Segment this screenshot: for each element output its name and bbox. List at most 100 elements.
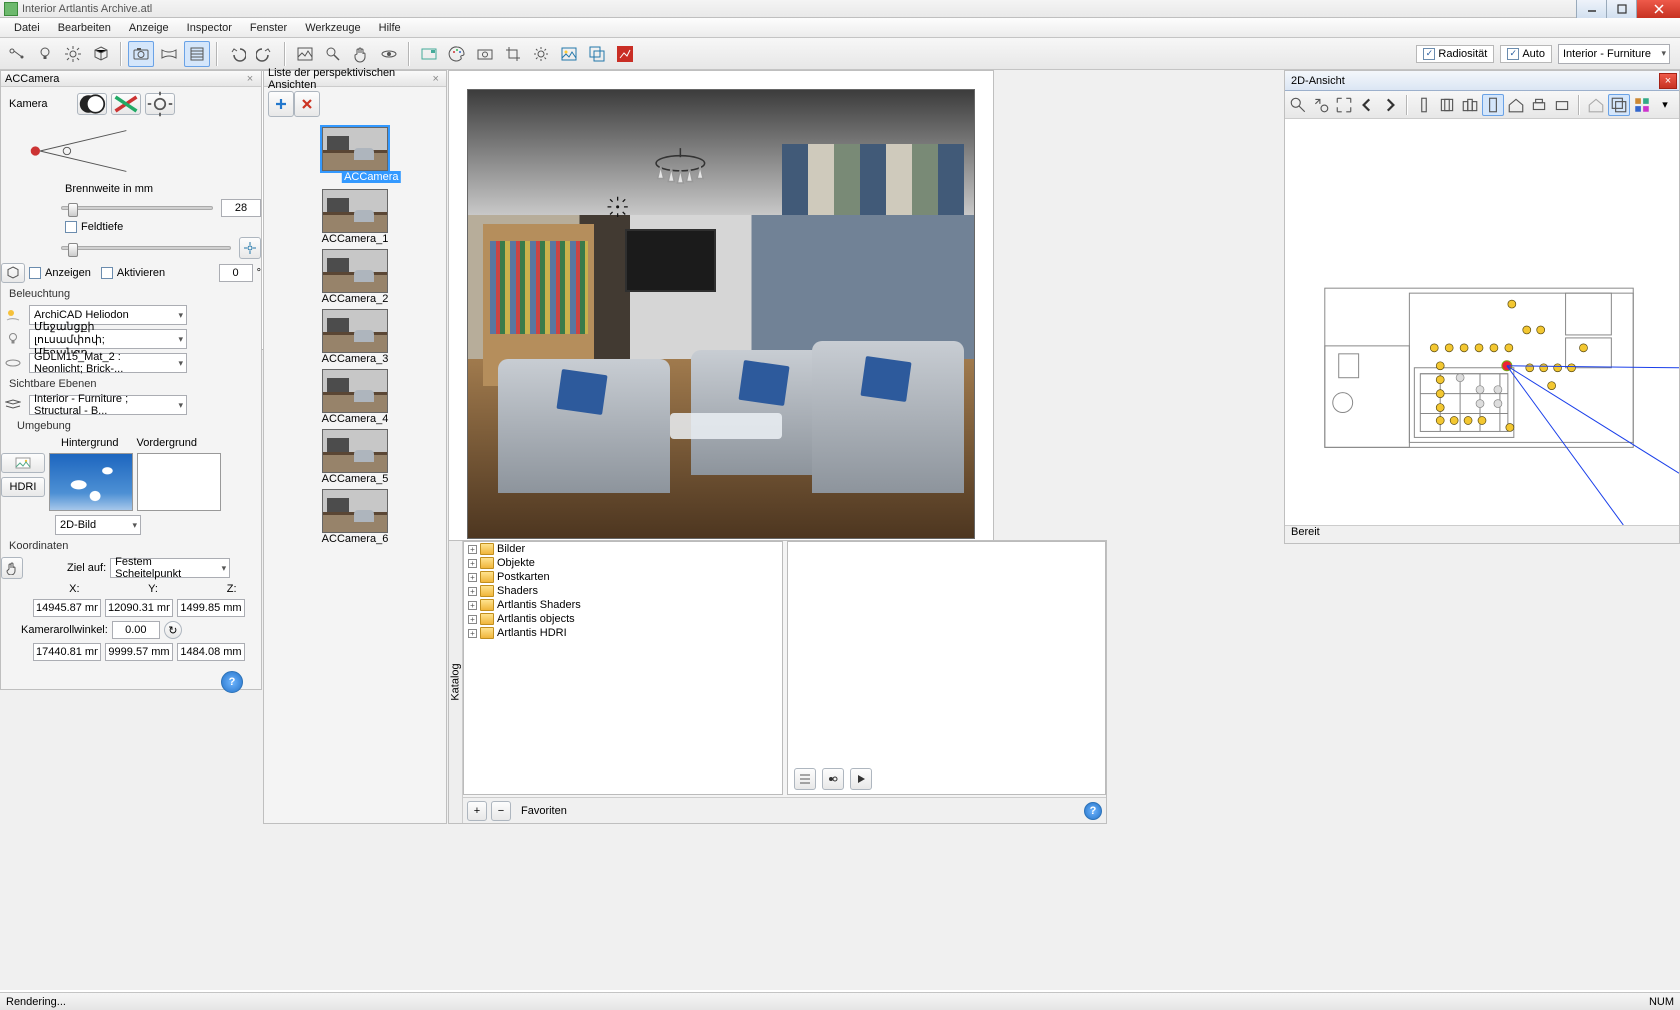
coord-hand-button[interactable] bbox=[1, 557, 23, 579]
kamera-settings-button[interactable] bbox=[145, 93, 175, 115]
view-thumb[interactable] bbox=[322, 489, 388, 533]
v2d-wall2-icon[interactable] bbox=[1436, 94, 1458, 116]
view2d-canvas[interactable] bbox=[1285, 119, 1679, 525]
postcard-icon[interactable] bbox=[416, 41, 442, 67]
orbit-icon[interactable] bbox=[376, 41, 402, 67]
render-icon[interactable] bbox=[556, 41, 582, 67]
angle-input[interactable] bbox=[219, 264, 253, 282]
texture-tool-icon[interactable] bbox=[4, 41, 30, 67]
hintergrund-thumb[interactable] bbox=[49, 453, 133, 511]
menu-inspector[interactable]: Inspector bbox=[179, 20, 240, 36]
pan-hand-icon[interactable] bbox=[348, 41, 374, 67]
minimize-button[interactable] bbox=[1576, 0, 1606, 18]
add-view-button[interactable] bbox=[268, 91, 294, 117]
menu-werkzeuge[interactable]: Werkzeuge bbox=[297, 20, 368, 36]
radiosity-checkbox[interactable]: ✓Radiosität bbox=[1416, 45, 1494, 63]
expand-icon[interactable]: + bbox=[468, 545, 477, 554]
preview-list-button[interactable] bbox=[794, 768, 816, 790]
vordergrund-thumb[interactable] bbox=[137, 453, 221, 511]
undo-icon[interactable] bbox=[224, 41, 250, 67]
tree-item[interactable]: +Objekte bbox=[464, 556, 782, 570]
redo-icon[interactable] bbox=[252, 41, 278, 67]
expand-icon[interactable]: + bbox=[468, 559, 477, 568]
x-input[interactable] bbox=[33, 599, 101, 617]
menu-hilfe[interactable]: Hilfe bbox=[371, 20, 409, 36]
batch-icon[interactable] bbox=[584, 41, 610, 67]
view-thumb[interactable] bbox=[322, 429, 388, 473]
feldtiefe-slider[interactable] bbox=[61, 246, 231, 250]
panorama-tool-icon[interactable] bbox=[156, 41, 182, 67]
menu-fenster[interactable]: Fenster bbox=[242, 20, 295, 36]
preset-dropdown[interactable]: Interior - Furniture bbox=[1558, 44, 1670, 64]
focus-point-button[interactable] bbox=[239, 237, 261, 259]
kamera-mode2-button[interactable] bbox=[111, 93, 141, 115]
bg-image-button[interactable] bbox=[1, 453, 45, 473]
kamera-mode1-button[interactable] bbox=[77, 93, 107, 115]
katalog-help-button[interactable]: ? bbox=[1084, 802, 1102, 820]
bulb-tool-icon[interactable] bbox=[32, 41, 58, 67]
expand-icon[interactable]: + bbox=[468, 573, 477, 582]
red-render-icon[interactable] bbox=[612, 41, 638, 67]
feldtiefe-checkbox[interactable] bbox=[65, 221, 77, 233]
render-preview-icon[interactable] bbox=[292, 41, 318, 67]
preview-link-button[interactable] bbox=[822, 768, 844, 790]
zoom-icon[interactable] bbox=[320, 41, 346, 67]
parallel-tool-icon[interactable] bbox=[184, 41, 210, 67]
tree-item[interactable]: +Artlantis HDRI bbox=[464, 626, 782, 640]
hdri-button[interactable]: HDRI bbox=[1, 477, 45, 497]
expand-icon[interactable]: + bbox=[468, 629, 477, 638]
v2d-print-icon[interactable] bbox=[1528, 94, 1550, 116]
view-thumb[interactable] bbox=[322, 249, 388, 293]
roll-input[interactable] bbox=[112, 621, 160, 639]
tree-item[interactable]: +Artlantis objects bbox=[464, 612, 782, 626]
view-thumb[interactable] bbox=[322, 309, 388, 353]
z2-input[interactable] bbox=[177, 643, 245, 661]
camera-panel-close-icon[interactable]: × bbox=[243, 73, 257, 85]
v2d-prev-icon[interactable] bbox=[1356, 94, 1378, 116]
ziel-dropdown[interactable]: Festem Scheitelpunkt bbox=[110, 558, 230, 578]
layers-dropdown[interactable]: Interior - Furniture ; Structural - B... bbox=[29, 395, 187, 415]
focal-slider[interactable] bbox=[61, 206, 213, 210]
delete-view-button[interactable] bbox=[294, 91, 320, 117]
sun-tool-icon[interactable] bbox=[60, 41, 86, 67]
snapshot-icon[interactable] bbox=[472, 41, 498, 67]
v2d-wall3-icon[interactable] bbox=[1459, 94, 1481, 116]
v2d-extents-icon[interactable] bbox=[1333, 94, 1355, 116]
menu-anzeige[interactable]: Anzeige bbox=[121, 20, 177, 36]
render-preview[interactable] bbox=[467, 89, 975, 539]
object-tool-icon[interactable] bbox=[88, 41, 114, 67]
menu-bearbeiten[interactable]: Bearbeiten bbox=[50, 20, 119, 36]
palette-icon[interactable] bbox=[444, 41, 470, 67]
x2-input[interactable] bbox=[33, 643, 101, 661]
v2d-box-icon[interactable] bbox=[1551, 94, 1573, 116]
roll-reset-button[interactable]: ↻ bbox=[164, 621, 182, 639]
tree-item[interactable]: +Postkarten bbox=[464, 570, 782, 584]
help-button[interactable]: ? bbox=[221, 671, 243, 693]
menu-datei[interactable]: Datei bbox=[6, 20, 48, 36]
maximize-button[interactable] bbox=[1606, 0, 1636, 18]
v2d-zoom-icon[interactable] bbox=[1287, 94, 1309, 116]
z-input[interactable] bbox=[177, 599, 245, 617]
v2d-more-icon[interactable]: ▾ bbox=[1654, 94, 1676, 116]
camera-tool-icon[interactable] bbox=[128, 41, 154, 67]
cube-icon-button[interactable] bbox=[1, 263, 25, 283]
tree-item[interactable]: +Bilder bbox=[464, 542, 782, 556]
katalog-tab[interactable]: Katalog bbox=[449, 541, 463, 823]
v2d-wall1-icon[interactable] bbox=[1413, 94, 1435, 116]
expand-icon[interactable]: + bbox=[468, 587, 477, 596]
y-input[interactable] bbox=[105, 599, 173, 617]
v2d-zoomfit-icon[interactable] bbox=[1310, 94, 1332, 116]
tree-item[interactable]: +Artlantis Shaders bbox=[464, 598, 782, 612]
v2d-next-icon[interactable] bbox=[1379, 94, 1401, 116]
y2-input[interactable] bbox=[105, 643, 173, 661]
preview-play-button[interactable] bbox=[850, 768, 872, 790]
expand-icon[interactable]: + bbox=[468, 615, 477, 624]
v2d-home-icon[interactable] bbox=[1505, 94, 1527, 116]
auto-checkbox[interactable]: ✓Auto bbox=[1500, 45, 1552, 63]
v2d-grid-icon[interactable] bbox=[1631, 94, 1653, 116]
katalog-tree[interactable]: +Bilder+Objekte+Postkarten+Shaders+Artla… bbox=[463, 541, 783, 795]
view-thumb[interactable] bbox=[322, 127, 388, 171]
close-button[interactable] bbox=[1636, 0, 1680, 18]
tree-item[interactable]: +Shaders bbox=[464, 584, 782, 598]
v2d-wall4-icon[interactable] bbox=[1482, 94, 1504, 116]
